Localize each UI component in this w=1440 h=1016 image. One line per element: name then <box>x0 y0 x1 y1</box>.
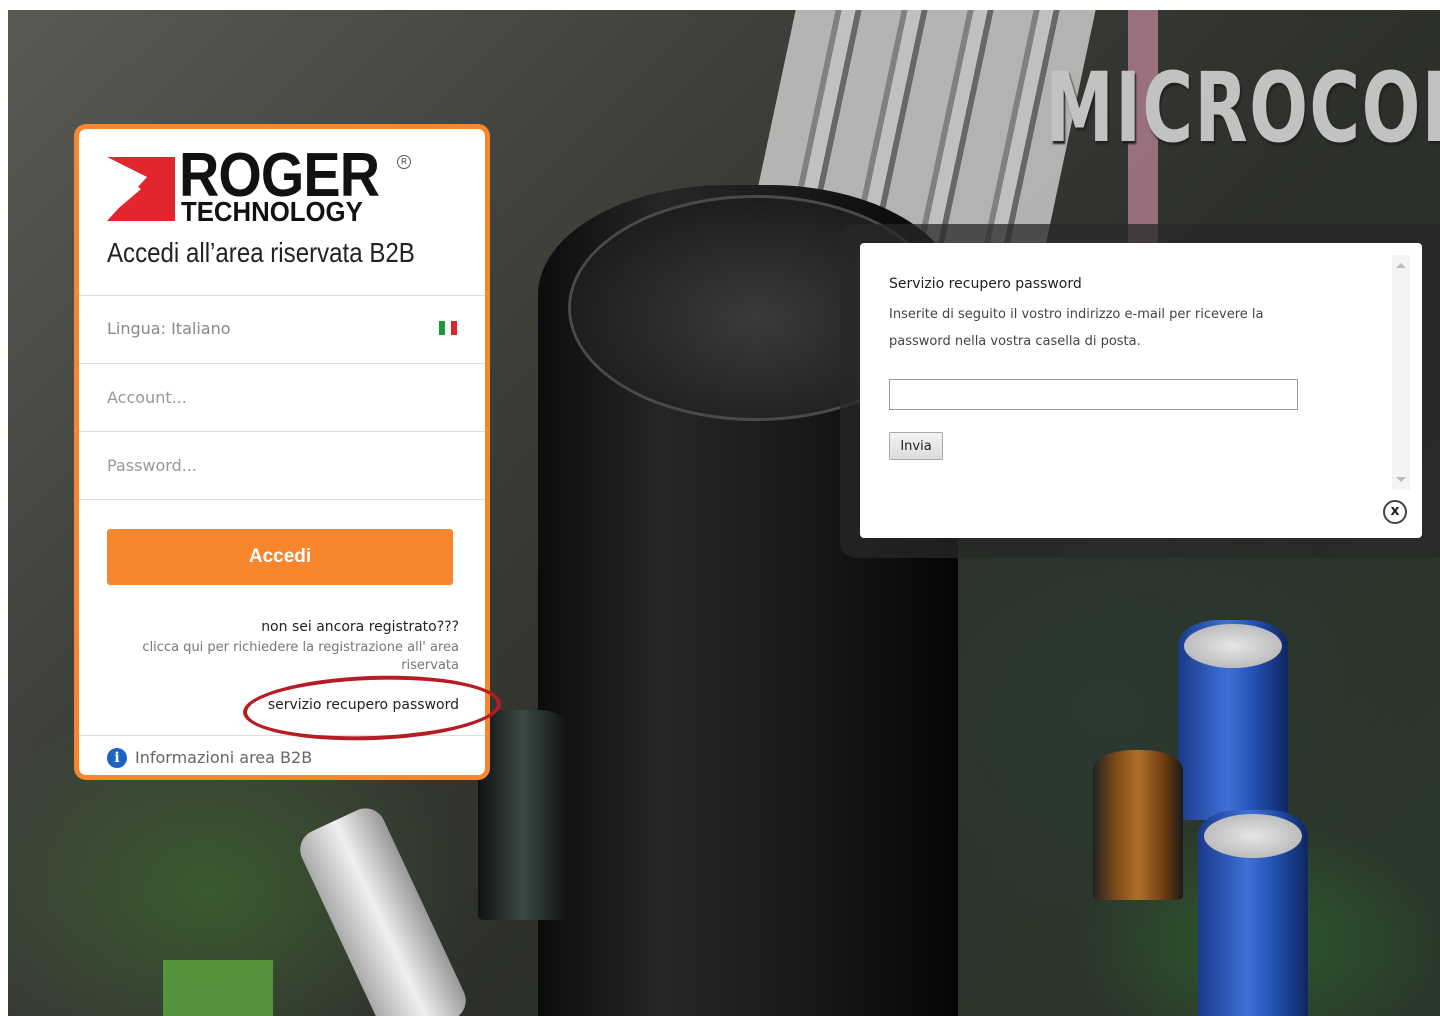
coil-component <box>1093 750 1183 900</box>
scroll-down-icon[interactable] <box>1396 477 1406 482</box>
login-title: Accedi all’area riservata B2B <box>107 237 415 268</box>
login-button[interactable]: Accedi <box>107 529 453 585</box>
blue-capacitor <box>1198 810 1308 1016</box>
brand-watermark: MICROCON <box>1045 52 1440 164</box>
wire-graphic <box>293 801 473 1016</box>
small-capacitor <box>478 710 568 920</box>
dialog-scrollbar[interactable] <box>1392 255 1410 490</box>
password-row <box>79 431 485 498</box>
account-input[interactable] <box>79 364 485 430</box>
blue-capacitor <box>1178 620 1288 820</box>
close-icon[interactable]: x <box>1383 500 1407 524</box>
info-label: Informazioni area B2B <box>135 748 313 767</box>
divider <box>79 499 485 500</box>
register-link[interactable]: clicca qui per richiedere la registrazio… <box>109 639 459 675</box>
email-input[interactable] <box>889 379 1298 410</box>
register-question: non sei ancora registrato??? <box>261 619 459 635</box>
green-connector <box>163 960 273 1016</box>
password-recovery-dialog: Servizio recupero password Inserite di s… <box>860 243 1422 538</box>
password-input[interactable] <box>79 432 485 498</box>
language-selector[interactable]: Lingua: Italiano <box>79 295 485 362</box>
password-recovery-link[interactable]: servizio recupero password <box>268 697 459 713</box>
send-button[interactable]: Invia <box>889 432 943 460</box>
roger-technology-logo: ROGER R TECHNOLOGY <box>107 145 427 231</box>
dialog-description: Inserite di seguito il vostro indirizzo … <box>889 307 1264 349</box>
language-label: Lingua: Italiano <box>107 319 231 338</box>
logo-word-technology: TECHNOLOGY <box>181 196 363 227</box>
dialog-title: Servizio recupero password <box>889 276 1082 292</box>
registered-mark: R <box>397 155 411 169</box>
scroll-up-icon[interactable] <box>1396 263 1406 268</box>
flag-it-icon <box>439 321 457 335</box>
login-panel: ROGER R TECHNOLOGY Accedi all’area riser… <box>74 124 490 780</box>
info-b2b-link[interactable]: i Informazioni area B2B <box>79 735 485 775</box>
info-icon: i <box>107 748 127 768</box>
logo-mark-icon <box>107 157 175 221</box>
account-row <box>79 363 485 430</box>
